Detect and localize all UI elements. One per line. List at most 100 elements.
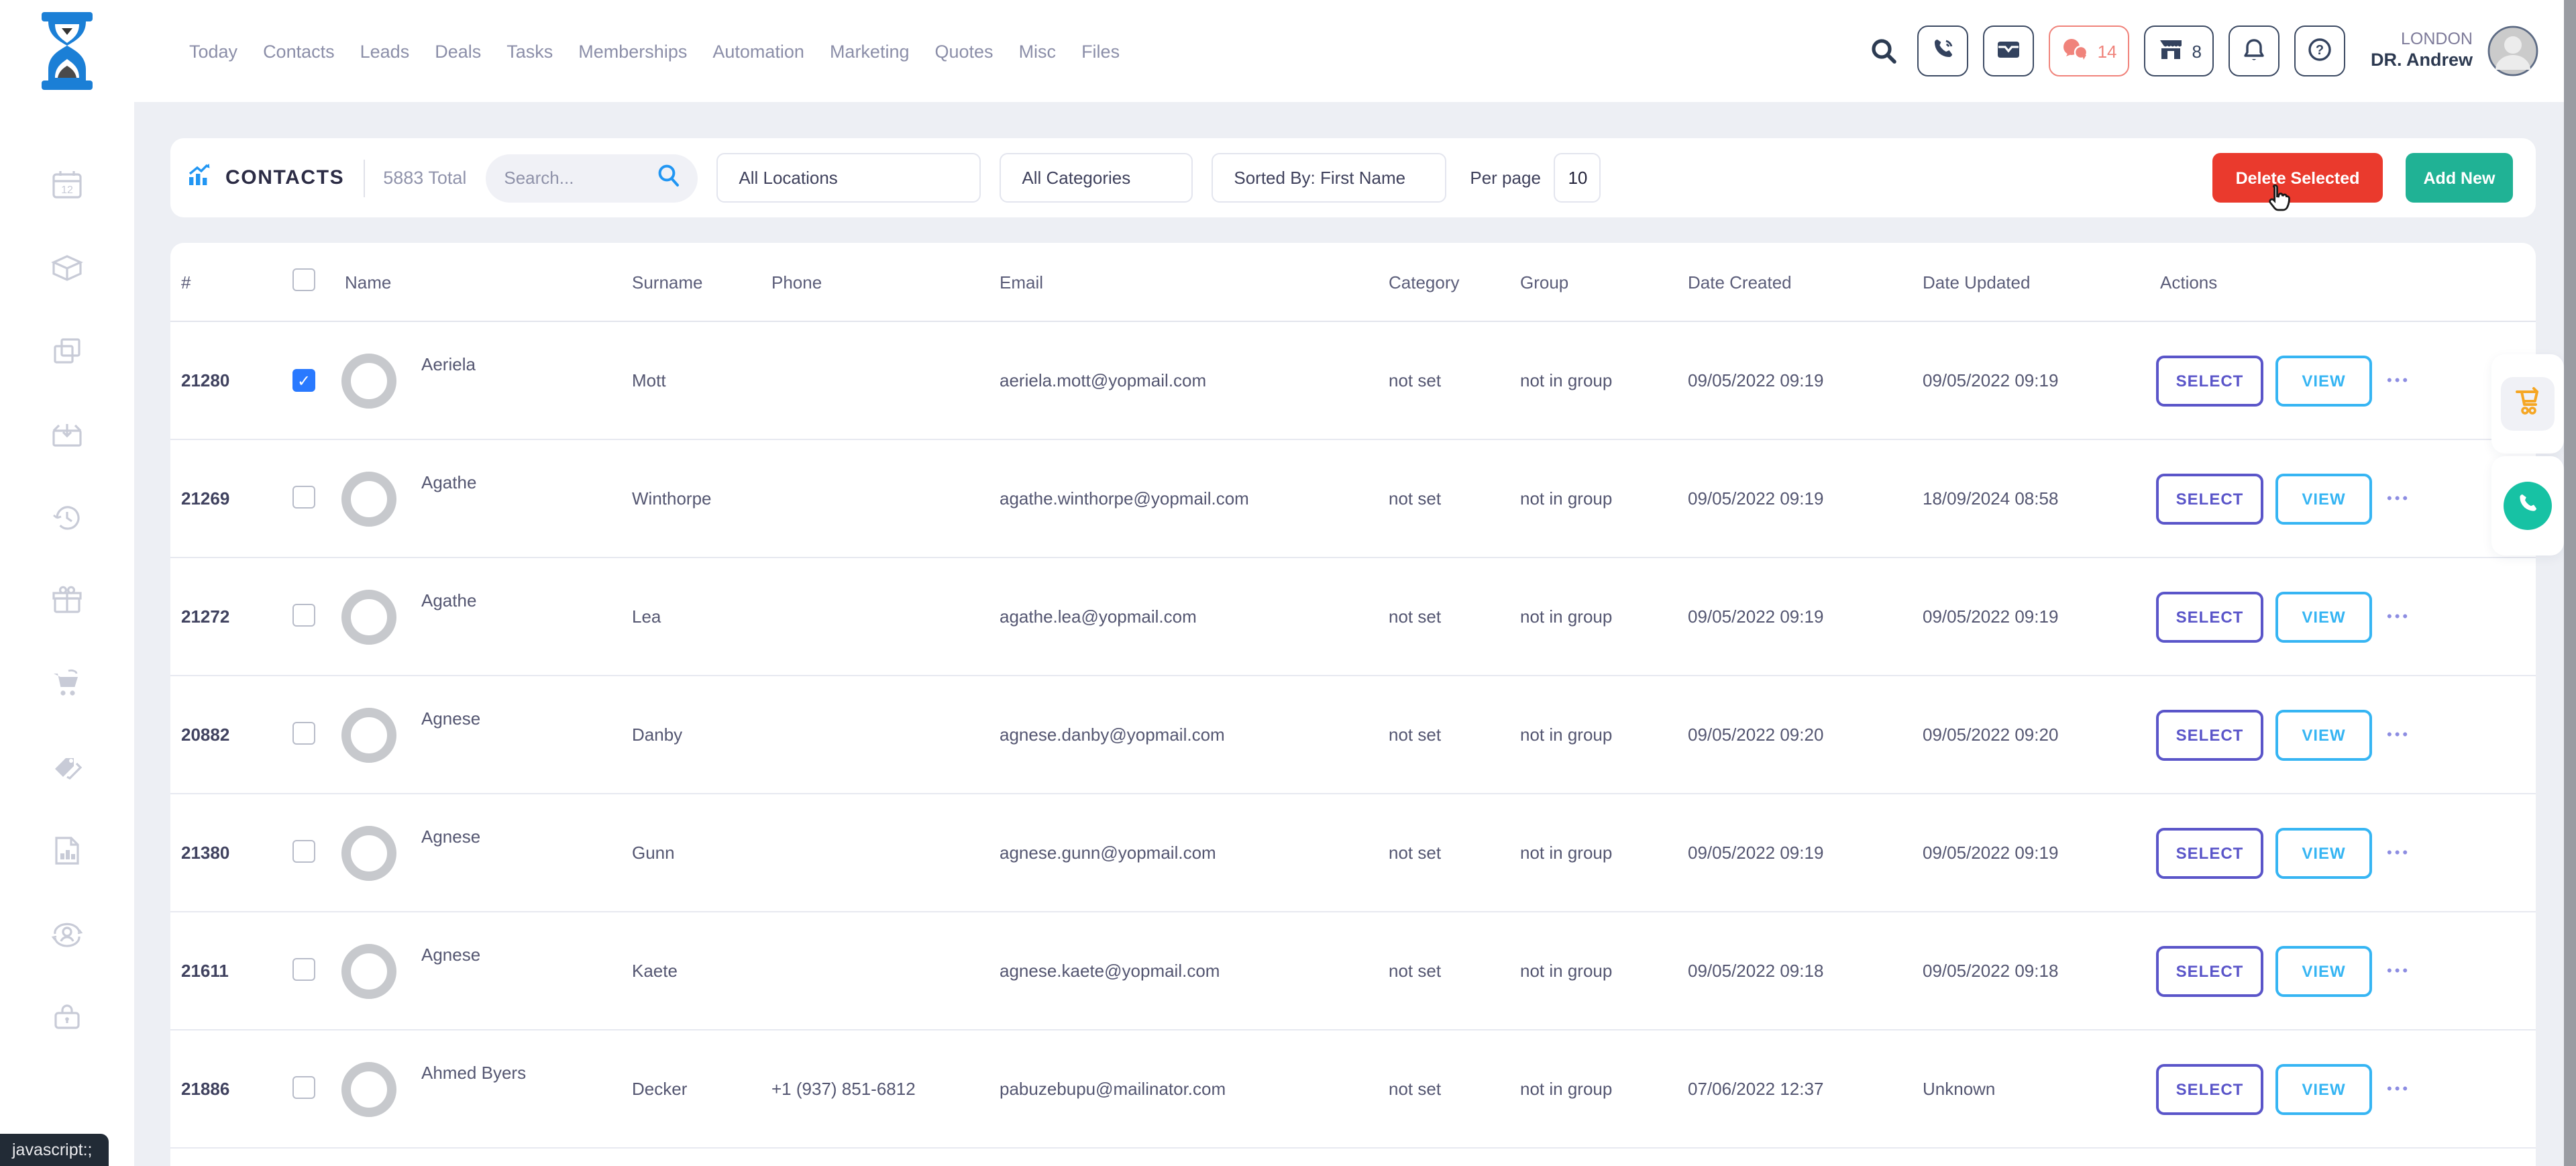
locations-filter[interactable]: All Locations bbox=[716, 153, 980, 203]
contact-surname: Mott bbox=[632, 370, 771, 390]
notifications-button[interactable] bbox=[2229, 25, 2279, 76]
contact-group: not in group bbox=[1520, 488, 1688, 509]
contact-first-name: Aeriela bbox=[421, 354, 476, 374]
row-menu-button[interactable]: ••• bbox=[2387, 845, 2410, 861]
search-submit-icon[interactable] bbox=[655, 162, 681, 194]
contact-group: not in group bbox=[1520, 961, 1688, 981]
history-icon[interactable] bbox=[50, 500, 85, 535]
col-date-updated[interactable]: Date Updated bbox=[1923, 272, 2156, 292]
select-button[interactable]: SELECT bbox=[2156, 945, 2263, 996]
user-sync-icon[interactable] bbox=[50, 916, 85, 951]
copy-icon[interactable] bbox=[50, 334, 85, 369]
nav-item-misc[interactable]: Misc bbox=[1019, 41, 1057, 61]
select-button[interactable]: SELECT bbox=[2156, 1063, 2263, 1114]
scrollbar[interactable] bbox=[2564, 0, 2576, 1166]
col-name[interactable]: Name bbox=[339, 272, 632, 292]
nav-item-deals[interactable]: Deals bbox=[435, 41, 481, 61]
col-email[interactable]: Email bbox=[1000, 272, 1389, 292]
table-row: 21280✓ Aeriela Mott aeriela.mott@yopmail.co… bbox=[170, 322, 2536, 440]
view-button[interactable]: VIEW bbox=[2275, 827, 2372, 878]
contact-first-name: Agnese bbox=[421, 708, 480, 729]
col-category[interactable]: Category bbox=[1389, 272, 1520, 292]
user-block[interactable]: LONDON DR. Andrew bbox=[2371, 30, 2473, 73]
add-new-button[interactable]: Add New bbox=[2406, 153, 2513, 203]
select-button[interactable]: SELECT bbox=[2156, 473, 2263, 524]
row-checkbox[interactable] bbox=[292, 957, 315, 980]
contact-email: agathe.winthorpe@yopmail.com bbox=[1000, 488, 1389, 509]
row-checkbox[interactable] bbox=[292, 721, 315, 744]
locations-filter-label: All Locations bbox=[739, 168, 837, 188]
row-checkbox[interactable] bbox=[292, 485, 315, 508]
cart-widget-button[interactable] bbox=[2501, 377, 2555, 431]
col-phone[interactable]: Phone bbox=[771, 272, 1000, 292]
view-button[interactable]: VIEW bbox=[2275, 945, 2372, 996]
col-surname[interactable]: Surname bbox=[632, 272, 771, 292]
row-checkbox[interactable] bbox=[292, 1075, 315, 1098]
row-menu-button[interactable]: ••• bbox=[2387, 608, 2410, 625]
user-avatar[interactable] bbox=[2487, 25, 2538, 76]
contact-group: not in group bbox=[1520, 843, 1688, 863]
nav-item-files[interactable]: Files bbox=[1081, 41, 1120, 61]
search-input[interactable] bbox=[501, 166, 655, 189]
view-button[interactable]: VIEW bbox=[2275, 1063, 2372, 1114]
tags-icon[interactable] bbox=[50, 750, 85, 785]
nav-item-leads[interactable]: Leads bbox=[360, 41, 410, 61]
col-group[interactable]: Group bbox=[1520, 272, 1688, 292]
view-button[interactable]: VIEW bbox=[2275, 709, 2372, 760]
search-icon[interactable] bbox=[1870, 36, 1899, 66]
row-menu-button[interactable]: ••• bbox=[2387, 1081, 2410, 1097]
shop-button[interactable]: 8 bbox=[2144, 25, 2214, 76]
inbox-button[interactable] bbox=[1984, 25, 2035, 76]
per-page-input[interactable]: 10 bbox=[1554, 153, 1601, 203]
contact-id: 21280 bbox=[181, 370, 292, 390]
call-widget-button[interactable] bbox=[2504, 482, 2552, 530]
select-button[interactable]: SELECT bbox=[2156, 591, 2263, 642]
select-button[interactable]: SELECT bbox=[2156, 709, 2263, 760]
select-all-checkbox[interactable] bbox=[292, 268, 315, 291]
nav-item-quotes[interactable]: Quotes bbox=[935, 41, 994, 61]
chat-icon bbox=[2061, 36, 2091, 66]
sort-filter[interactable]: Sorted By: First Name bbox=[1211, 153, 1446, 203]
col-id[interactable]: # bbox=[181, 272, 292, 292]
help-button[interactable]: ? bbox=[2294, 25, 2345, 76]
package-icon[interactable] bbox=[50, 251, 85, 286]
nav-item-tasks[interactable]: Tasks bbox=[506, 41, 553, 61]
calendar-icon[interactable]: 12 bbox=[50, 168, 85, 203]
gift-icon[interactable] bbox=[50, 584, 85, 619]
row-checkbox[interactable] bbox=[292, 839, 315, 862]
select-button[interactable]: SELECT bbox=[2156, 355, 2263, 406]
view-button[interactable]: VIEW bbox=[2275, 355, 2372, 406]
contacts-search[interactable] bbox=[485, 154, 697, 202]
contact-category: not set bbox=[1389, 843, 1520, 863]
nav-item-memberships[interactable]: Memberships bbox=[578, 41, 687, 61]
nav-item-today[interactable]: Today bbox=[189, 41, 237, 61]
delete-selected-button[interactable]: Delete Selected bbox=[2212, 153, 2383, 203]
app-logo-icon[interactable] bbox=[39, 12, 95, 90]
lock-icon[interactable] bbox=[50, 1000, 85, 1035]
row-menu-button[interactable]: ••• bbox=[2387, 963, 2410, 979]
col-date-created[interactable]: Date Created bbox=[1688, 272, 1923, 292]
cart-icon[interactable] bbox=[50, 667, 85, 702]
archive-icon[interactable] bbox=[50, 417, 85, 452]
row-checkbox[interactable] bbox=[292, 603, 315, 626]
contact-email: aeriela.mott@yopmail.com bbox=[1000, 370, 1389, 390]
select-button[interactable]: SELECT bbox=[2156, 827, 2263, 878]
report-icon[interactable] bbox=[50, 833, 85, 868]
date-updated: 09/05/2022 09:19 bbox=[1923, 370, 2156, 390]
nav-item-marketing[interactable]: Marketing bbox=[830, 41, 910, 61]
categories-filter[interactable]: All Categories bbox=[999, 153, 1192, 203]
content-area: CONTACTS 5883 Total All Locations All Ca… bbox=[134, 102, 2576, 1166]
row-menu-button[interactable]: ••• bbox=[2387, 727, 2410, 743]
nav-item-contacts[interactable]: Contacts bbox=[263, 41, 335, 61]
chat-button[interactable]: 14 bbox=[2049, 25, 2129, 76]
table-row: 21611AgneseKaeteagnese.kaete@yopmail.com… bbox=[170, 912, 2536, 1030]
row-menu-button[interactable]: ••• bbox=[2387, 490, 2410, 507]
row-menu-button[interactable]: ••• bbox=[2387, 372, 2410, 388]
row-checkbox[interactable]: ✓ bbox=[292, 369, 315, 392]
view-button[interactable]: VIEW bbox=[2275, 473, 2372, 524]
contact-category: not set bbox=[1389, 606, 1520, 627]
phone-button[interactable] bbox=[1918, 25, 1969, 76]
nav-item-automation[interactable]: Automation bbox=[712, 41, 804, 61]
view-button[interactable]: VIEW bbox=[2275, 591, 2372, 642]
contact-avatar bbox=[339, 587, 398, 646]
